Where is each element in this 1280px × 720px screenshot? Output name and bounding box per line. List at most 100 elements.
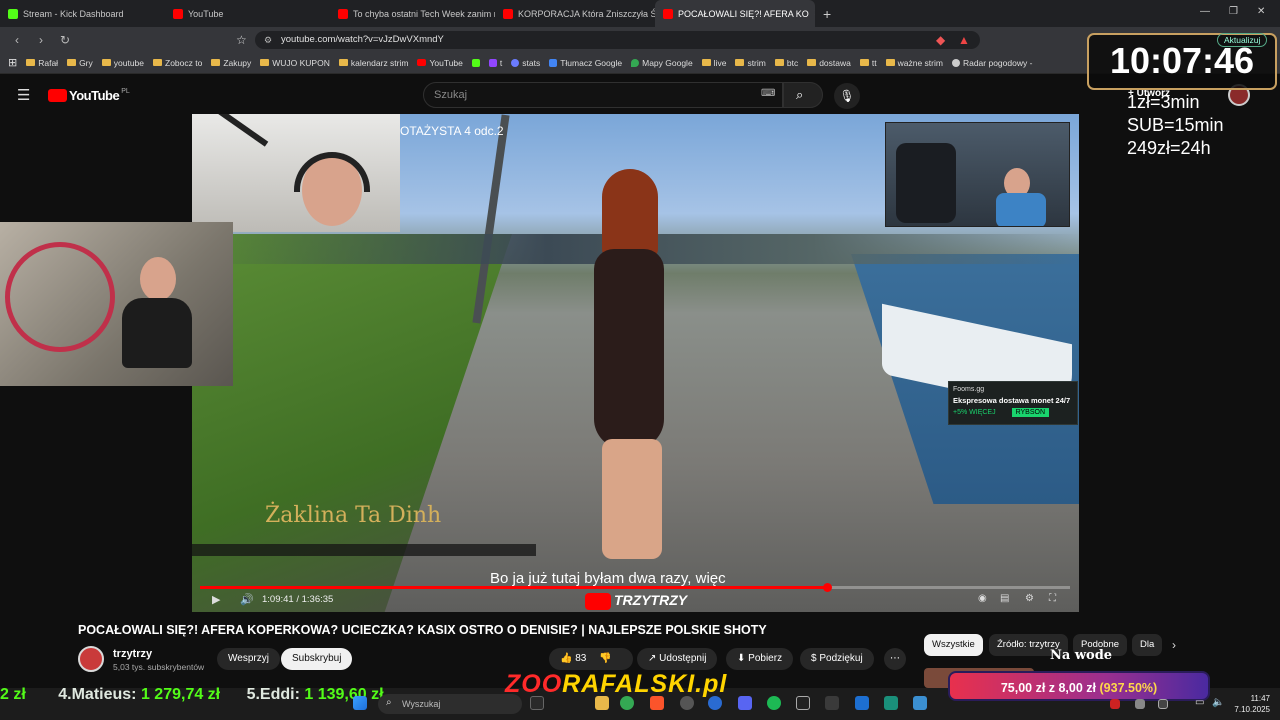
video-person — [572, 169, 692, 559]
bookmark-item[interactable]: YouTube — [417, 58, 463, 68]
task-view-icon[interactable] — [530, 696, 544, 710]
autoplay-toggle-icon[interactable]: ◉ — [978, 593, 987, 604]
file-explorer-icon[interactable] — [595, 696, 609, 710]
chip-all[interactable]: Wszystkie — [924, 634, 983, 656]
bookmark-item[interactable]: strim — [735, 58, 766, 68]
app-icon[interactable] — [884, 696, 898, 710]
volume-icon[interactable]: 🔊 — [240, 593, 254, 606]
tab-tech-week[interactable]: To chyba ostatni Tech Week zanim ni — [330, 0, 495, 27]
channel-avatar[interactable] — [78, 646, 104, 672]
windows-start-icon[interactable] — [353, 696, 367, 710]
bookmark-item[interactable]: btc — [774, 58, 798, 68]
play-logo-icon — [585, 592, 611, 610]
apps-grid-icon[interactable]: ⊞ — [8, 56, 17, 69]
browser-tab-bar: Stream - Kick Dashboard YouTube To chyba… — [0, 0, 1280, 27]
microphone-icon[interactable]: 🎙 — [834, 83, 860, 109]
caption-bar — [192, 544, 536, 556]
app-icon[interactable] — [796, 696, 810, 710]
video-progress-bar[interactable] — [200, 583, 1070, 592]
search-button[interactable]: ⌕ — [783, 82, 823, 108]
minimize-icon[interactable]: — — [1200, 6, 1210, 17]
close-window-icon[interactable]: ✕ — [1257, 6, 1265, 17]
taskbar-clock[interactable]: 11:47 7.10.2025 — [1230, 693, 1270, 715]
youtube-logo[interactable]: YouTube PL — [48, 88, 130, 103]
download-button[interactable]: ⬇ Pobierz — [726, 648, 794, 670]
bookmark-item[interactable]: youtube — [101, 58, 144, 68]
search-input[interactable]: Szukaj — [423, 82, 783, 108]
fullscreen-icon[interactable]: ⛶ — [1049, 593, 1056, 604]
brave-shield-icon[interactable]: ◆ — [936, 33, 945, 47]
bookmark-item[interactable]: ważne strim — [885, 58, 943, 68]
more-actions-button[interactable]: ⋯ — [884, 648, 906, 670]
bookmark-item[interactable]: stats — [511, 58, 540, 68]
spotify-icon[interactable] — [767, 696, 781, 710]
tab-kick-dashboard[interactable]: Stream - Kick Dashboard — [0, 0, 165, 27]
thumbs-down-icon[interactable]: 👎 — [599, 653, 611, 664]
tray-icon[interactable] — [1135, 699, 1145, 709]
play-icon[interactable]: ▶ — [212, 593, 220, 606]
obs-icon[interactable] — [680, 696, 694, 710]
bookmark-item[interactable]: Mapy Google — [631, 58, 693, 68]
update-button[interactable]: Aktualizuj — [1217, 33, 1268, 47]
forward-icon[interactable]: › — [34, 33, 48, 47]
speaker-icon[interactable]: 🔈 — [1212, 697, 1224, 708]
keyboard-icon[interactable]: ⌨ — [761, 88, 775, 99]
bookmark-item[interactable]: Zobocz to — [153, 58, 202, 68]
bookmark-item[interactable] — [471, 58, 480, 67]
app-icon[interactable] — [708, 696, 722, 710]
taskbar-search-input[interactable]: Wyszukaj — [378, 694, 522, 714]
network-icon[interactable]: ▭ — [1195, 697, 1204, 708]
bookmark-item[interactable]: live — [701, 58, 726, 68]
discord-icon[interactable] — [738, 696, 752, 710]
support-button[interactable]: Wesprzyj — [217, 648, 280, 670]
bookmark-item[interactable]: tt — [859, 58, 877, 68]
share-button[interactable]: ↗ Udostępnij — [637, 648, 718, 670]
thanks-button[interactable]: $ Podziękuj — [800, 648, 874, 670]
hamburger-menu-icon[interactable]: ☰ — [17, 86, 30, 104]
app-icon[interactable] — [855, 696, 869, 710]
maximize-icon[interactable]: ❐ — [1229, 6, 1238, 17]
chevron-right-icon[interactable]: › — [1172, 638, 1176, 652]
download-icon: ⬇ — [737, 653, 746, 664]
bookmark-item[interactable]: dostawa — [807, 58, 851, 68]
video-title: POCAŁOWALI SIĘ?! AFERA KOPERKOWA? UCIECZ… — [78, 623, 767, 637]
bookmark-item[interactable]: Zakupy — [211, 58, 251, 68]
site-info-icon[interactable]: ⚙ — [264, 31, 272, 49]
rewards-icon[interactable]: ▲ — [958, 33, 970, 47]
bookmark-item[interactable]: Gry — [67, 58, 93, 68]
recommended-title[interactable]: Na wode — [1050, 648, 1112, 663]
shirt — [122, 298, 192, 368]
tab-youtube[interactable]: YouTube — [165, 0, 330, 27]
tab-pocalowali-active[interactable]: POCAŁOWALI SIĘ?! AFERA KO ✕ — [655, 0, 815, 27]
youtube-logo-icon — [48, 89, 67, 102]
tray-icon[interactable] — [1110, 699, 1120, 709]
chip-for-you[interactable]: Dla — [1132, 634, 1163, 656]
tray-icon[interactable] — [1158, 699, 1168, 709]
youtube-icon — [417, 59, 427, 66]
kick-icon — [471, 58, 480, 67]
settings-gear-icon[interactable]: ⚙ — [1025, 593, 1034, 604]
bookmark-item[interactable]: Rafał — [26, 58, 58, 68]
brave-icon[interactable] — [650, 696, 664, 710]
tab-korporacja[interactable]: KORPORACJA Która Zniszczyła Świat — [495, 0, 655, 27]
bookmark-item[interactable]: t — [488, 58, 502, 68]
close-tab-icon[interactable]: ✕ — [814, 8, 815, 19]
bookmark-item[interactable]: Radar pogodowy - — [951, 58, 1032, 68]
shirt — [996, 193, 1046, 226]
app-icon[interactable] — [913, 696, 927, 710]
subtitles-icon[interactable]: ▤ — [1000, 593, 1009, 604]
channel-name[interactable]: trzytrzy — [113, 648, 152, 660]
bookmark-item[interactable]: Tłumacz Google — [549, 58, 622, 68]
new-tab-button[interactable]: + — [823, 6, 831, 22]
like-button[interactable]: 👍 83 — [560, 653, 586, 664]
back-icon[interactable]: ‹ — [10, 33, 24, 47]
app-icon[interactable] — [825, 696, 839, 710]
bookmark-star-icon[interactable]: ☆ — [236, 33, 247, 47]
chrome-icon[interactable] — [620, 696, 634, 710]
bookmark-item[interactable]: kalendarz strim — [338, 58, 408, 68]
video-subtitle: Bo ja już tutaj byłam dwa razy, więc — [490, 570, 726, 587]
address-bar[interactable]: ⚙ youtube.com/watch?v=vJzDwVXmndY — [255, 31, 980, 49]
subscribe-button[interactable]: Subskrybuj — [281, 648, 353, 670]
bookmark-item[interactable]: WUJO KUPON — [260, 58, 330, 68]
reload-icon[interactable]: ↻ — [58, 33, 72, 47]
